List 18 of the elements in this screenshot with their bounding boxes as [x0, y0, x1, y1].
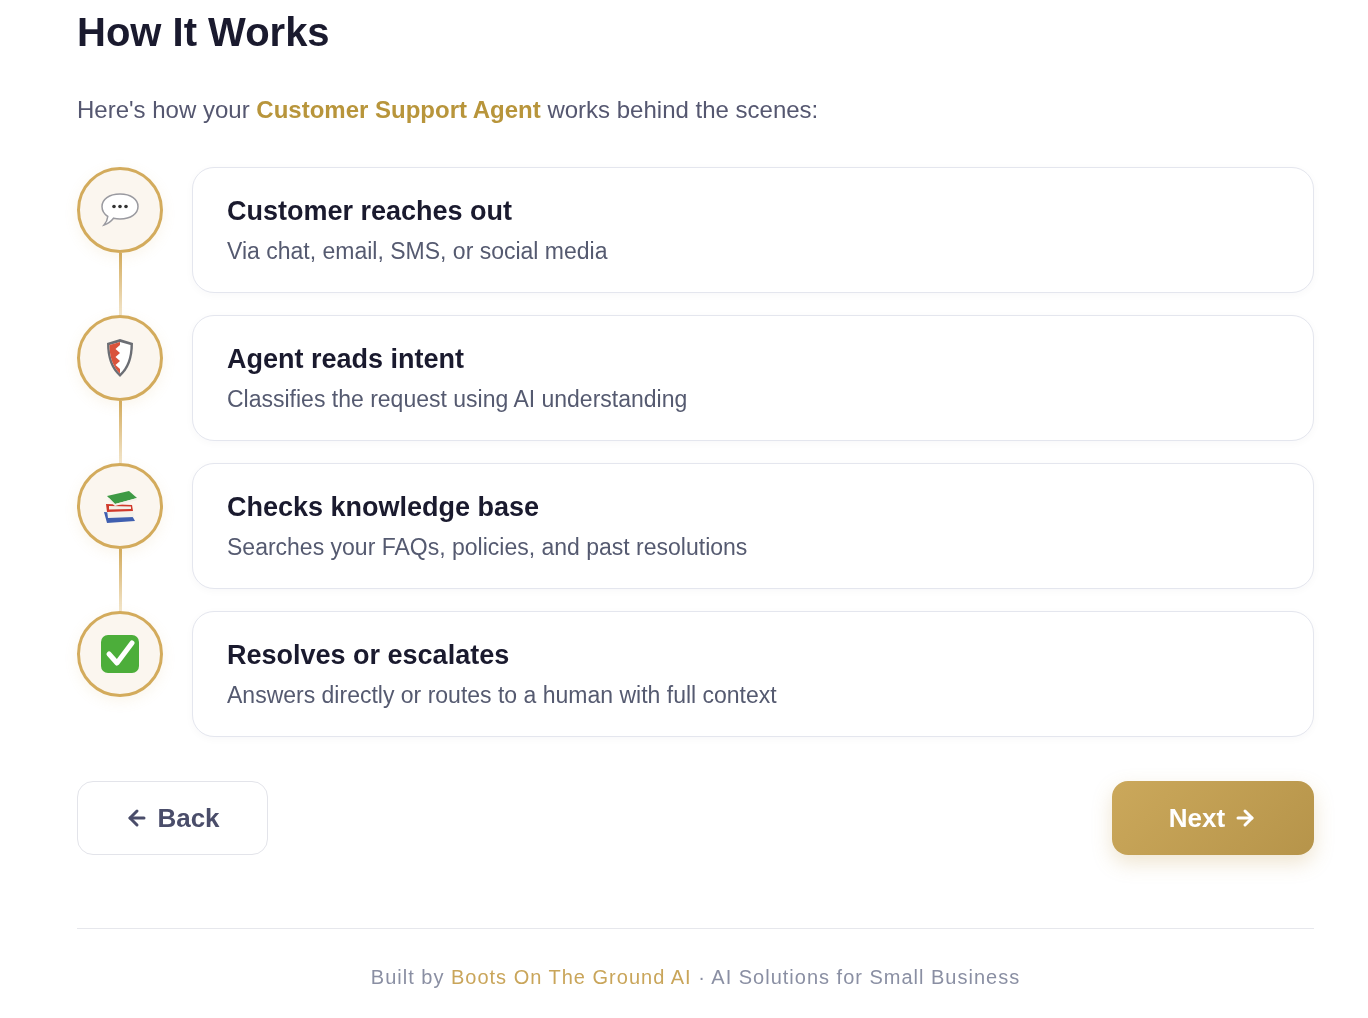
page-title: How It Works [77, 9, 330, 56]
step-description: Classifies the request using AI understanding [227, 384, 688, 414]
next-button[interactable]: Next [1112, 781, 1314, 855]
back-button[interactable]: Back [77, 781, 268, 855]
books-icon [101, 488, 139, 524]
intro-text: Here's how your Customer Support Agent works behind the scenes: [77, 95, 819, 125]
brand-link[interactable]: Boots On The Ground AI [450, 966, 692, 988]
speech-bubble-icon [100, 192, 140, 228]
step-description: Answers directly or routes to a human with full context [227, 680, 777, 710]
step-title: Checks knowledge base [227, 490, 540, 523]
step-description: Searches your FAQs, policies, and past resolutions [227, 532, 748, 562]
step-description: Via chat, email, SMS, or social media [227, 236, 608, 266]
check-box-icon [100, 634, 140, 674]
step-title: Customer reaches out [227, 194, 513, 227]
step-title: Agent reads intent [227, 342, 465, 375]
step-title: Resolves or escalates [227, 638, 510, 671]
shield-icon [105, 338, 135, 378]
footer-credit: Built by Boots On The Ground AI · AI Solutions for Small Business [370, 965, 1021, 990]
